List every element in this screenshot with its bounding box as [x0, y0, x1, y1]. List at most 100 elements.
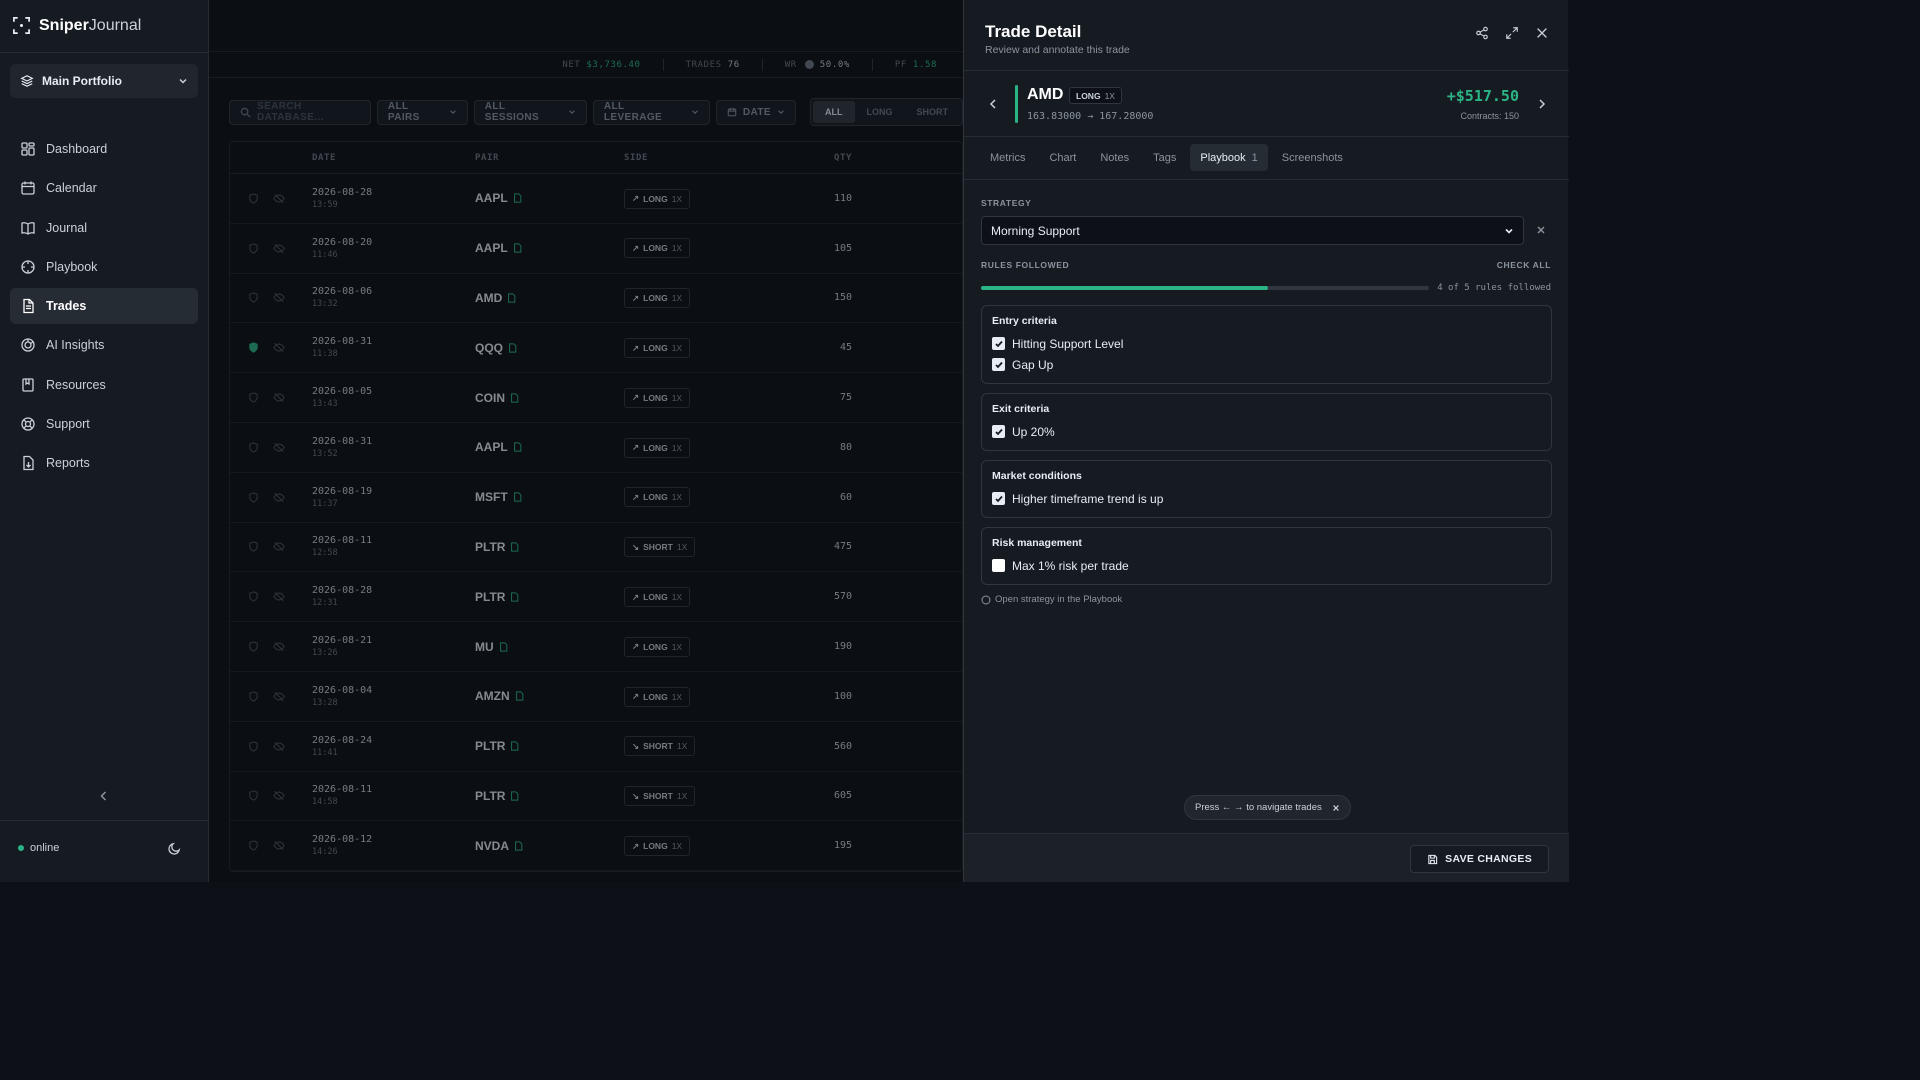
hide-icon[interactable] — [273, 741, 285, 752]
shield-icon[interactable] — [248, 840, 259, 851]
tab-notes[interactable]: Notes — [1090, 144, 1139, 171]
note-icon[interactable] — [513, 442, 522, 453]
sidebar-item-support[interactable]: Support — [10, 406, 198, 442]
shield-icon[interactable] — [248, 790, 259, 802]
next-trade-button[interactable] — [1537, 98, 1547, 110]
table-row[interactable]: 2026-08-20 11:46 AAPL ↗ LONG 1X 105 — [230, 224, 962, 274]
hide-icon[interactable] — [273, 442, 285, 453]
sidebar-item-reports[interactable]: Reports — [10, 445, 198, 481]
shield-icon[interactable] — [248, 740, 259, 752]
shield-icon[interactable] — [248, 541, 259, 553]
collapse-sidebar-button[interactable] — [97, 789, 111, 803]
rule-item[interactable]: Up 20% — [992, 421, 1541, 442]
hide-icon[interactable] — [273, 840, 285, 851]
side-long-option[interactable]: LONG — [855, 101, 905, 123]
strategy-select[interactable]: Morning Support — [981, 216, 1524, 245]
col-date[interactable]: DATE — [312, 153, 475, 163]
checkbox-unchecked[interactable] — [992, 559, 1005, 572]
close-icon[interactable] — [1332, 804, 1340, 812]
sidebar-item-resources[interactable]: Resources — [10, 367, 198, 403]
note-icon[interactable] — [507, 293, 516, 303]
hide-icon[interactable] — [273, 541, 285, 552]
date-filter[interactable]: DATE — [715, 99, 796, 125]
note-icon[interactable] — [515, 691, 524, 702]
shield-icon[interactable] — [248, 641, 259, 652]
tab-playbook[interactable]: Playbook 1 — [1190, 144, 1268, 171]
sidebar-item-dashboard[interactable]: Dashboard — [10, 131, 198, 167]
note-icon[interactable] — [513, 492, 522, 502]
leverage-filter[interactable]: ALL LEVERAGE — [592, 99, 710, 125]
check-all-button[interactable]: CHECK ALL — [1497, 260, 1551, 270]
sidebar-item-playbook[interactable]: Playbook — [10, 249, 198, 285]
checkbox-checked[interactable] — [992, 358, 1005, 371]
shield-icon[interactable] — [248, 292, 259, 304]
shield-icon[interactable] — [248, 492, 259, 503]
checkbox-checked[interactable] — [992, 337, 1005, 350]
hide-icon[interactable] — [273, 691, 285, 702]
note-icon[interactable] — [514, 841, 523, 851]
note-icon[interactable] — [510, 592, 519, 602]
note-icon[interactable] — [508, 343, 517, 353]
note-icon[interactable] — [513, 243, 522, 253]
sidebar-item-calendar[interactable]: Calendar — [10, 170, 198, 206]
checkbox-checked[interactable] — [992, 492, 1005, 505]
brand[interactable]: SniperJournal — [12, 16, 141, 35]
sidebar-item-trades[interactable]: Trades — [10, 288, 198, 325]
clear-strategy-button[interactable] — [1536, 225, 1546, 235]
hide-icon[interactable] — [273, 591, 285, 602]
pairs-filter[interactable]: ALL PAIRS — [376, 99, 468, 125]
shield-icon[interactable] — [248, 193, 259, 204]
table-row[interactable]: 2026-08-05 13:43 COIN ↗ LONG 1X 75 — [230, 373, 962, 423]
close-icon[interactable] — [1535, 26, 1549, 40]
note-icon[interactable] — [499, 641, 508, 652]
col-pair[interactable]: PAIR — [475, 153, 624, 163]
sidebar-item-journal[interactable]: Journal — [10, 210, 198, 246]
tab-chart[interactable]: Chart — [1039, 144, 1086, 171]
hide-icon[interactable] — [273, 492, 285, 503]
shield-icon[interactable] — [248, 591, 259, 602]
side-all-option[interactable]: ALL — [813, 101, 855, 123]
shield-icon[interactable] — [248, 442, 259, 453]
table-row[interactable]: 2026-08-28 13:59 AAPL ↗ LONG 1X 110 — [230, 174, 962, 224]
theme-toggle-button[interactable] — [167, 841, 182, 856]
rule-item[interactable]: Higher timeframe trend is up — [992, 488, 1541, 509]
share-icon[interactable] — [1475, 26, 1489, 40]
col-side[interactable]: SIDE — [624, 153, 804, 163]
shield-icon[interactable] — [248, 342, 259, 353]
portfolio-selector[interactable]: Main Portfolio — [10, 64, 198, 98]
table-row[interactable]: 2026-08-12 14:26 NVDA ↗ LONG 1X 195 — [230, 821, 962, 872]
sidebar-item-ai-insights[interactable]: AI Insights — [10, 327, 198, 363]
sessions-filter[interactable]: ALL SESSIONS — [473, 99, 587, 125]
hide-icon[interactable] — [273, 193, 285, 204]
table-row[interactable]: 2026-08-06 13:32 AMD ↗ LONG 1X 150 — [230, 274, 962, 324]
rule-item[interactable]: Gap Up — [992, 354, 1541, 375]
table-row[interactable]: 2026-08-28 12:31 PLTR ↗ LONG 1X 570 — [230, 572, 962, 623]
hide-icon[interactable] — [273, 641, 285, 652]
col-qty[interactable]: QTY — [804, 153, 852, 163]
checkbox-checked[interactable] — [992, 425, 1005, 438]
table-row[interactable]: 2026-08-31 11:38 QQQ ↗ LONG 1X 45 — [230, 323, 962, 374]
save-changes-button[interactable]: SAVE CHANGES — [1410, 845, 1549, 873]
table-row[interactable]: 2026-08-19 11:37 MSFT ↗ LONG 1X 60 — [230, 473, 962, 523]
shield-icon[interactable] — [248, 392, 259, 403]
table-row[interactable]: 2026-08-11 14:58 PLTR ↘ SHORT 1X 605 — [230, 772, 962, 822]
note-icon[interactable] — [513, 193, 522, 204]
table-row[interactable]: 2026-08-04 13:28 AMZN ↗ LONG 1X 100 — [230, 672, 962, 722]
tab-screenshots[interactable]: Screenshots — [1272, 144, 1353, 171]
hide-icon[interactable] — [273, 243, 285, 254]
table-row[interactable]: 2026-08-24 11:41 PLTR ↘ SHORT 1X 560 — [230, 722, 962, 772]
rule-item[interactable]: Max 1% risk per trade — [992, 555, 1541, 576]
open-strategy-link[interactable]: Open strategy in the Playbook — [981, 594, 1122, 605]
table-row[interactable]: 2026-08-11 12:58 PLTR ↘ SHORT 1X 475 — [230, 523, 962, 573]
table-row[interactable]: 2026-08-31 13:52 AAPL ↗ LONG 1X 80 — [230, 423, 962, 473]
side-short-option[interactable]: SHORT — [905, 101, 961, 123]
search-input[interactable]: SEARCH DATABASE... — [229, 99, 371, 125]
hide-icon[interactable] — [273, 392, 285, 403]
hide-icon[interactable] — [273, 790, 285, 801]
previous-trade-button[interactable] — [988, 98, 998, 110]
tab-tags[interactable]: Tags — [1143, 144, 1186, 171]
hide-icon[interactable] — [273, 342, 285, 353]
hide-icon[interactable] — [273, 292, 285, 303]
tab-metrics[interactable]: Metrics — [980, 144, 1035, 171]
note-icon[interactable] — [510, 791, 519, 801]
